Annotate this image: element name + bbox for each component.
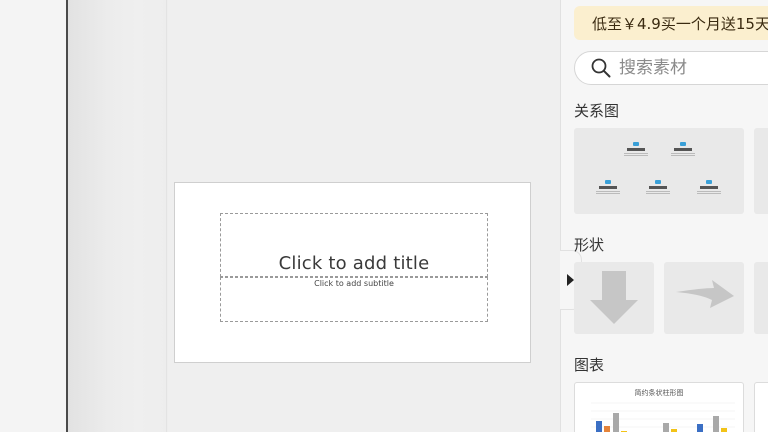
diagram-node bbox=[591, 180, 625, 195]
down-arrow-shape-icon bbox=[590, 271, 638, 324]
relation-diagram-card[interactable] bbox=[574, 128, 744, 214]
search-icon bbox=[591, 58, 611, 78]
chart-template-card-partial[interactable] bbox=[754, 382, 768, 432]
diagram-node bbox=[692, 180, 726, 195]
title-placeholder[interactable]: Click to add title bbox=[220, 213, 488, 277]
caret-right-icon bbox=[567, 274, 574, 286]
promo-banner[interactable]: 低至￥4.9买一个月送15天 bbox=[574, 6, 768, 40]
canvas-edge-line bbox=[166, 0, 167, 432]
diagram-node bbox=[641, 180, 675, 195]
curved-arrow-shape-icon bbox=[676, 280, 734, 308]
relation-diagram-card-partial[interactable] bbox=[754, 128, 768, 214]
diagram-node bbox=[666, 142, 700, 157]
chart-template-card[interactable]: 简约条状柱形图 bbox=[574, 382, 744, 432]
subtitle-placeholder[interactable]: Click to add subtitle bbox=[220, 277, 488, 322]
search-input[interactable] bbox=[619, 58, 759, 78]
search-box[interactable] bbox=[574, 51, 768, 85]
subtitle-placeholder-text: Click to add subtitle bbox=[314, 279, 394, 288]
bar-chart-thumbnail bbox=[591, 402, 735, 432]
section-title-charts: 图表 bbox=[574, 356, 605, 374]
promo-text: 低至￥4.9买一个月送15天 bbox=[592, 14, 768, 33]
shape-card-partial[interactable] bbox=[754, 262, 768, 334]
diagram-node bbox=[619, 142, 653, 157]
slide-thumbnail-pane[interactable] bbox=[0, 0, 66, 432]
section-title-relation: 关系图 bbox=[574, 102, 620, 120]
shape-card-down-arrow[interactable] bbox=[574, 262, 654, 334]
title-placeholder-text: Click to add title bbox=[278, 253, 430, 274]
slide-canvas[interactable]: Click to add title Click to add subtitle bbox=[174, 182, 531, 363]
shape-card-curved-arrow[interactable] bbox=[664, 262, 744, 334]
section-title-shapes: 形状 bbox=[574, 236, 605, 254]
canvas-shadow bbox=[68, 0, 168, 432]
